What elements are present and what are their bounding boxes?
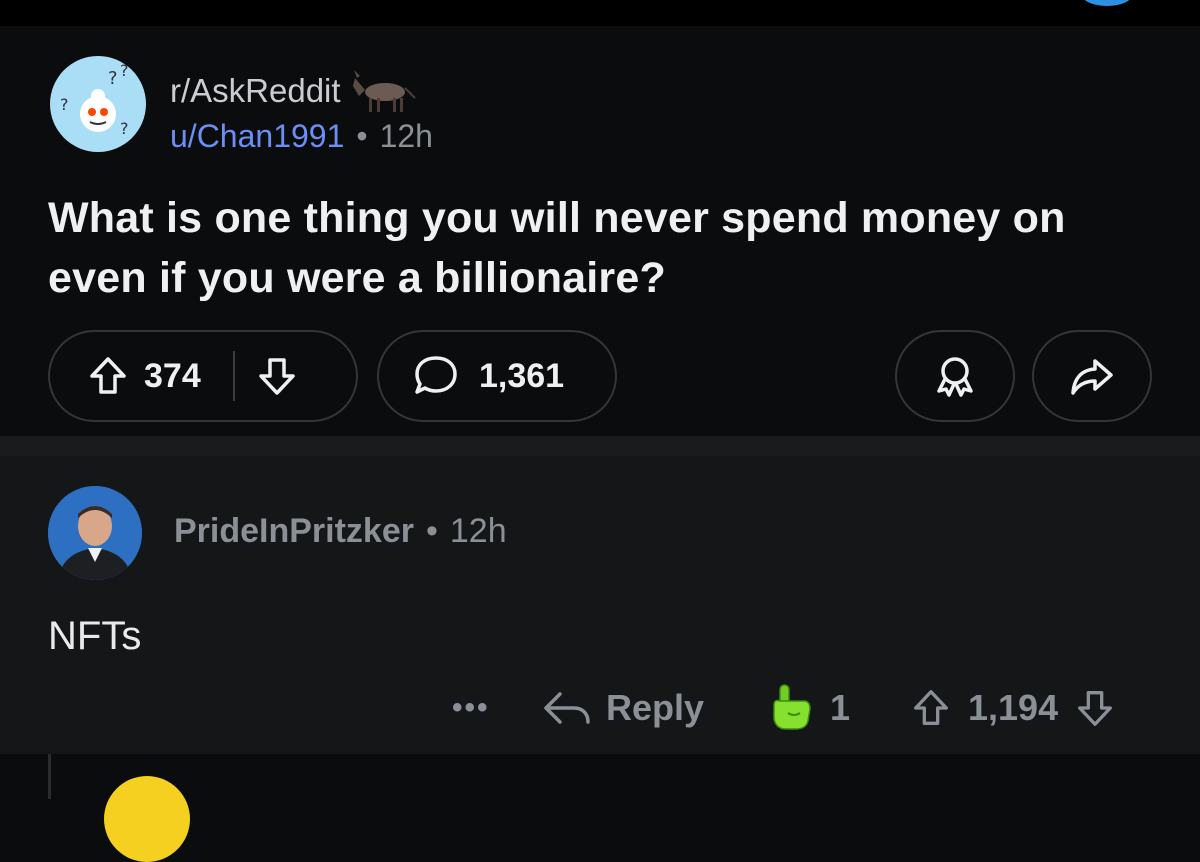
section-divider [0, 436, 1200, 456]
pointing-hand-award-icon [773, 684, 811, 730]
comment-award[interactable]: 1 [768, 678, 850, 738]
share-button[interactable] [1032, 330, 1152, 422]
post-age: 12h [379, 118, 433, 154]
speech-bubble-icon [413, 354, 459, 398]
arrow-down-icon [1078, 691, 1113, 726]
comment-author[interactable]: PrideInPritzker [174, 512, 414, 551]
comment-vote-count: 1,194 [968, 687, 1059, 728]
svg-text:?: ? [108, 68, 118, 89]
reply-label: Reply [606, 687, 705, 728]
comment-vote-controls: 1,194 [910, 678, 1116, 738]
reply-arrow-icon [544, 692, 590, 724]
post-vote-pill: 374 [48, 330, 358, 422]
comment-age: 12h [449, 512, 507, 550]
award-button[interactable] [895, 330, 1015, 422]
post-upvote-count: 374 [144, 356, 201, 395]
comment-upvote-button[interactable] [910, 687, 952, 729]
arrow-up-icon [90, 357, 126, 394]
vote-separator [232, 351, 235, 401]
share-arrow-icon [1071, 359, 1113, 395]
svg-text:?: ? [120, 119, 129, 138]
post-card: ? ? ? ? r/AskReddit u/Chan1991 • 12h Wha… [0, 26, 1200, 436]
comment-body: NFTs [48, 614, 142, 658]
post-author-link[interactable]: u/Chan1991 [170, 118, 344, 155]
arrow-down-icon [258, 358, 295, 395]
arrow-up-icon [914, 690, 948, 725]
post-title[interactable]: What is one thing you will never spend m… [48, 188, 1158, 308]
svg-text:?: ? [120, 61, 129, 80]
thread-line[interactable] [48, 754, 51, 799]
next-commenter-avatar[interactable] [104, 776, 190, 862]
subreddit-avatar-icon[interactable]: ? ? ? ? [50, 56, 146, 152]
reply-button[interactable]: Reply [542, 678, 704, 738]
post-comments-button[interactable]: 1,361 [377, 330, 617, 422]
top-bar [0, 0, 1200, 26]
upvote-button[interactable] [86, 354, 130, 398]
downvote-button[interactable] [255, 354, 299, 398]
comment-award-count: 1 [830, 687, 851, 728]
more-options-button[interactable]: ••• [452, 678, 490, 738]
comment-meta: PrideInPritzker • 12h [174, 512, 507, 551]
donkey-icon [351, 68, 421, 114]
commenter-avatar[interactable] [48, 486, 142, 580]
meta-separator: • [425, 512, 438, 550]
post-meta: u/Chan1991 • 12h [170, 118, 433, 155]
post-comment-count: 1,361 [479, 356, 565, 395]
svg-text:?: ? [60, 95, 69, 114]
meta-separator: • [356, 118, 368, 154]
subreddit-name-row[interactable]: r/AskReddit [170, 68, 421, 114]
top-corner-badge [1082, 0, 1132, 6]
comment-downvote-button[interactable] [1074, 687, 1116, 729]
award-ribbon-icon [937, 357, 973, 397]
comment-card: PrideInPritzker • 12h NFTs ••• Reply 1 1… [0, 456, 1200, 754]
subreddit-name[interactable]: r/AskReddit [170, 72, 341, 110]
